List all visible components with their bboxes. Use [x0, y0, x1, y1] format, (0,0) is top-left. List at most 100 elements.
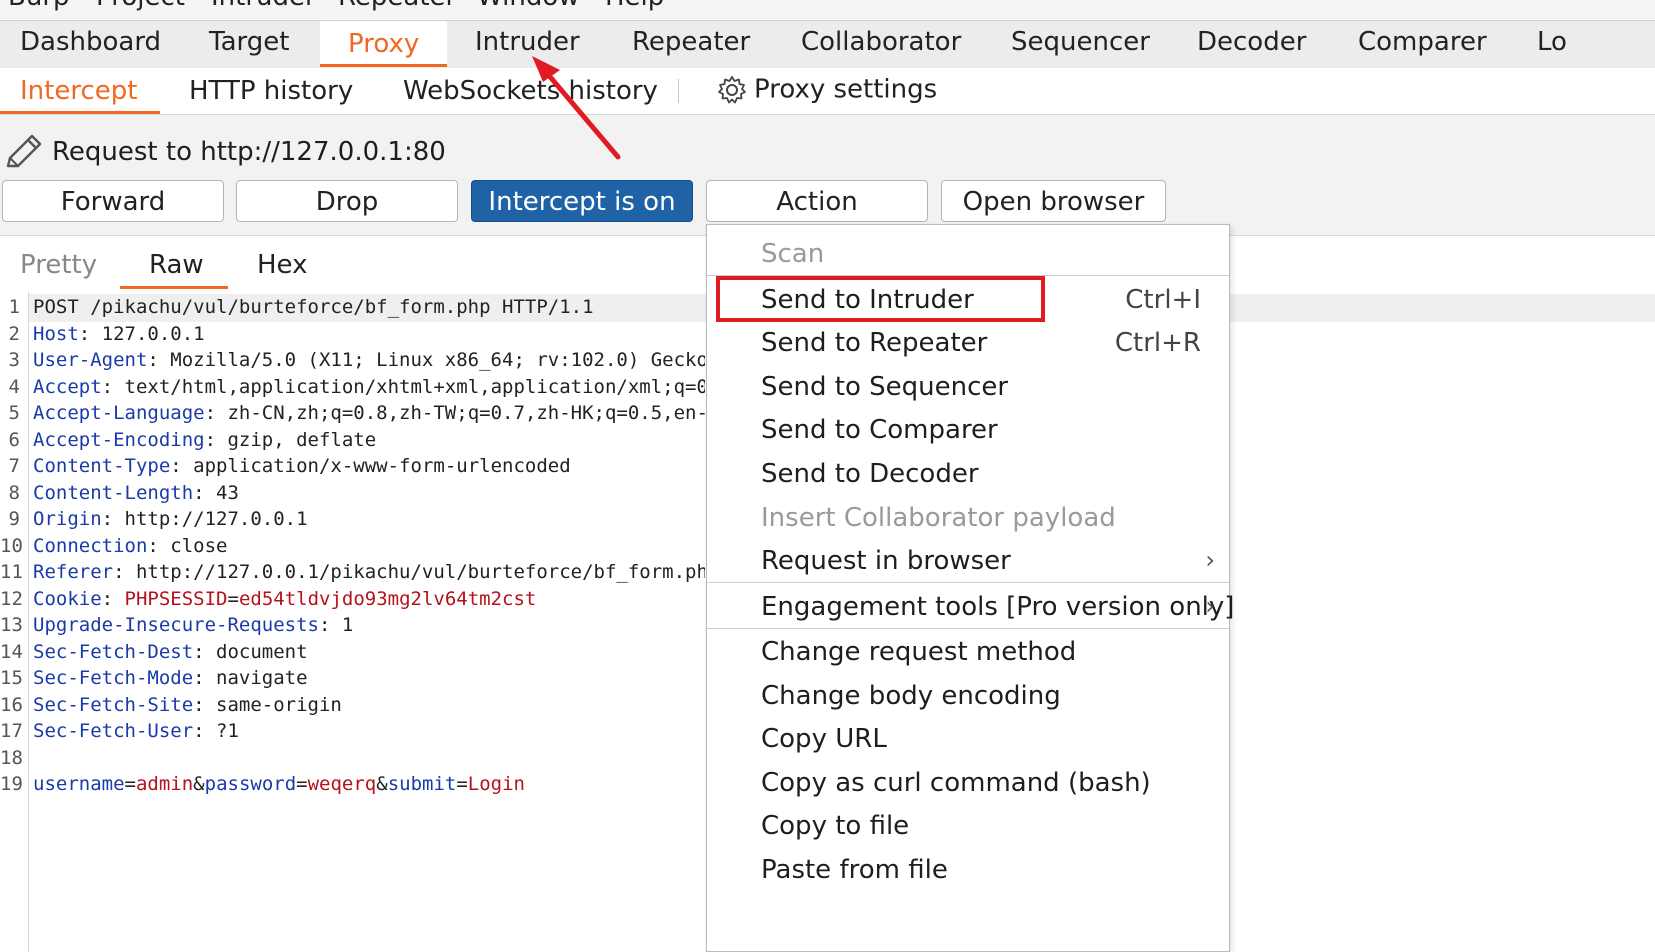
param-key: password — [204, 773, 297, 795]
tab-target[interactable]: Target — [209, 27, 289, 57]
chevron-right-icon: › — [1205, 546, 1215, 574]
header-value: : http://127.0.0.1 — [101, 508, 308, 530]
header-value: : 127.0.0.1 — [78, 323, 205, 345]
line-number: 16 — [0, 694, 23, 716]
tab-intercept[interactable]: Intercept — [20, 76, 137, 106]
header-key: Content-Type — [33, 455, 171, 477]
code-line: Cookie: PHPSESSID=ed54tldvjdo93mg2lv64tm… — [33, 588, 705, 610]
param-key: username — [33, 773, 125, 795]
highlight-annotation-box — [716, 276, 1045, 322]
tab-logger[interactable]: Lo — [1537, 27, 1567, 57]
menu-item-change-body-encoding[interactable]: Change body encoding — [761, 681, 1061, 711]
code-line: Accept: text/html,application/xhtml+xml,… — [33, 376, 705, 398]
line-number: 6 — [8, 429, 20, 451]
action-context-menu: Scan Send to Intruder Ctrl+I Send to Rep… — [706, 224, 1234, 952]
header-value: : navigate — [193, 667, 308, 689]
header-value: : same-origin — [193, 694, 342, 716]
menu-item-copy-to-file[interactable]: Copy to file — [761, 811, 909, 841]
line-number: 1 — [8, 296, 20, 318]
line-number: 2 — [8, 323, 20, 345]
header-value: : 1 — [318, 614, 354, 636]
param-value: Login — [467, 773, 525, 795]
code-line: Origin: http://127.0.0.1 — [33, 508, 705, 530]
line-number: 3 — [8, 349, 20, 371]
intercept-toggle-button[interactable]: Intercept is on — [471, 180, 693, 222]
header-value: : document — [193, 641, 308, 663]
menu-project[interactable]: Project — [96, 0, 185, 12]
code-line: Accept-Encoding: gzip, deflate — [33, 429, 705, 451]
tab-raw[interactable]: Raw — [149, 250, 204, 280]
tab-pretty[interactable]: Pretty — [20, 250, 97, 280]
proxy-settings-button[interactable]: Proxy settings — [716, 74, 937, 106]
menu-item-engagement-tools[interactable]: Engagement tools [Pro version only] — [761, 592, 1234, 622]
tab-http-history[interactable]: HTTP history — [189, 76, 353, 106]
code-line: Referer: http://127.0.0.1/pikachu/vul/bu… — [33, 561, 705, 583]
menu-item-paste-from-file[interactable]: Paste from file — [761, 855, 948, 885]
drop-button[interactable]: Drop — [236, 180, 458, 222]
tab-intruder[interactable]: Intruder — [475, 27, 580, 57]
line-number: 19 — [0, 773, 23, 795]
shortcut-send-to-repeater: Ctrl+R — [1114, 328, 1201, 358]
code-line: Sec-Fetch-User: ?1 — [33, 720, 705, 742]
header-key: Host — [33, 323, 79, 345]
code-line: User-Agent: Mozilla/5.0 (X11; Linux x86_… — [33, 349, 705, 371]
header-key: Connection — [33, 535, 148, 557]
header-key: Accept-Encoding — [33, 429, 205, 451]
line-number: 18 — [0, 747, 23, 769]
line-number: 11 — [0, 561, 23, 583]
code-line: Sec-Fetch-Mode: navigate — [33, 667, 705, 689]
menu-item-change-request-method[interactable]: Change request method — [761, 637, 1076, 667]
tab-decoder[interactable]: Decoder — [1197, 27, 1306, 57]
active-editor-tab-indicator — [120, 286, 228, 289]
code-line: Sec-Fetch-Dest: document — [33, 641, 705, 663]
menu-item-copy-as-curl[interactable]: Copy as curl command (bash) — [761, 768, 1151, 798]
menu-repeater[interactable]: Repeater — [338, 0, 456, 12]
header-key: Accept-Language — [33, 402, 205, 424]
menu-item-copy-url[interactable]: Copy URL — [761, 724, 887, 754]
header-key: Upgrade-Insecure-Requests — [33, 614, 319, 636]
menu-separator — [707, 628, 1229, 629]
chevron-right-icon: › — [1205, 592, 1215, 620]
menu-item-send-to-repeater[interactable]: Send to Repeater — [761, 328, 987, 358]
code-line: Accept-Language: zh-CN,zh;q=0.8,zh-TW;q=… — [33, 402, 705, 424]
header-key: Content-Length — [33, 482, 194, 504]
tab-websockets-history[interactable]: WebSockets history — [403, 76, 658, 106]
line-number: 4 — [8, 376, 20, 398]
menu-item-request-in-browser[interactable]: Request in browser — [761, 546, 1011, 576]
active-tab-indicator — [0, 111, 160, 114]
header-value: : http://127.0.0.1/pikachu/vul/burteforc… — [113, 561, 705, 583]
tab-hex[interactable]: Hex — [257, 250, 307, 280]
code-line: Content-Type: application/x-www-form-url… — [33, 455, 705, 477]
cookie-equals: = — [227, 588, 239, 610]
tab-comparer[interactable]: Comparer — [1358, 27, 1487, 57]
header-key: Referer — [33, 561, 114, 583]
code-line: POST /pikachu/vul/burteforce/bf_form.php… — [33, 296, 705, 318]
menu-burp[interactable]: Burp — [8, 0, 70, 12]
action-button[interactable]: Action — [706, 180, 928, 222]
header-value: : text/html,application/xhtml+xml,applic… — [101, 376, 705, 398]
tab-sequencer[interactable]: Sequencer — [1011, 27, 1150, 57]
gear-icon — [718, 76, 746, 104]
tab-collaborator[interactable]: Collaborator — [801, 27, 961, 57]
cookie-value: ed54tldvjdo93mg2lv64tm2cst — [238, 588, 537, 610]
tab-proxy[interactable]: Proxy — [320, 21, 448, 67]
tab-dashboard[interactable]: Dashboard — [20, 27, 161, 57]
forward-button[interactable]: Forward — [2, 180, 224, 222]
header-key: User-Agent — [33, 349, 148, 371]
param-separator: & — [376, 773, 388, 795]
menu-intruder[interactable]: Intruder — [211, 0, 316, 12]
header-value: : 43 — [193, 482, 239, 504]
menu-help[interactable]: Help — [605, 0, 664, 12]
open-browser-button[interactable]: Open browser — [941, 180, 1166, 222]
header-value: : application/x-www-form-urlencoded — [170, 455, 571, 477]
menu-item-send-to-sequencer[interactable]: Send to Sequencer — [761, 372, 1008, 402]
menu-separator — [707, 582, 1229, 583]
code-line: Sec-Fetch-Site: same-origin — [33, 694, 705, 716]
menu-item-send-to-comparer[interactable]: Send to Comparer — [761, 415, 998, 445]
menu-item-send-to-decoder[interactable]: Send to Decoder — [761, 459, 979, 489]
menu-window[interactable]: Window — [477, 0, 580, 12]
param-separator: & — [193, 773, 205, 795]
line-number: 8 — [8, 482, 20, 504]
header-key: Sec-Fetch-Mode — [33, 667, 194, 689]
tab-repeater[interactable]: Repeater — [632, 27, 750, 57]
